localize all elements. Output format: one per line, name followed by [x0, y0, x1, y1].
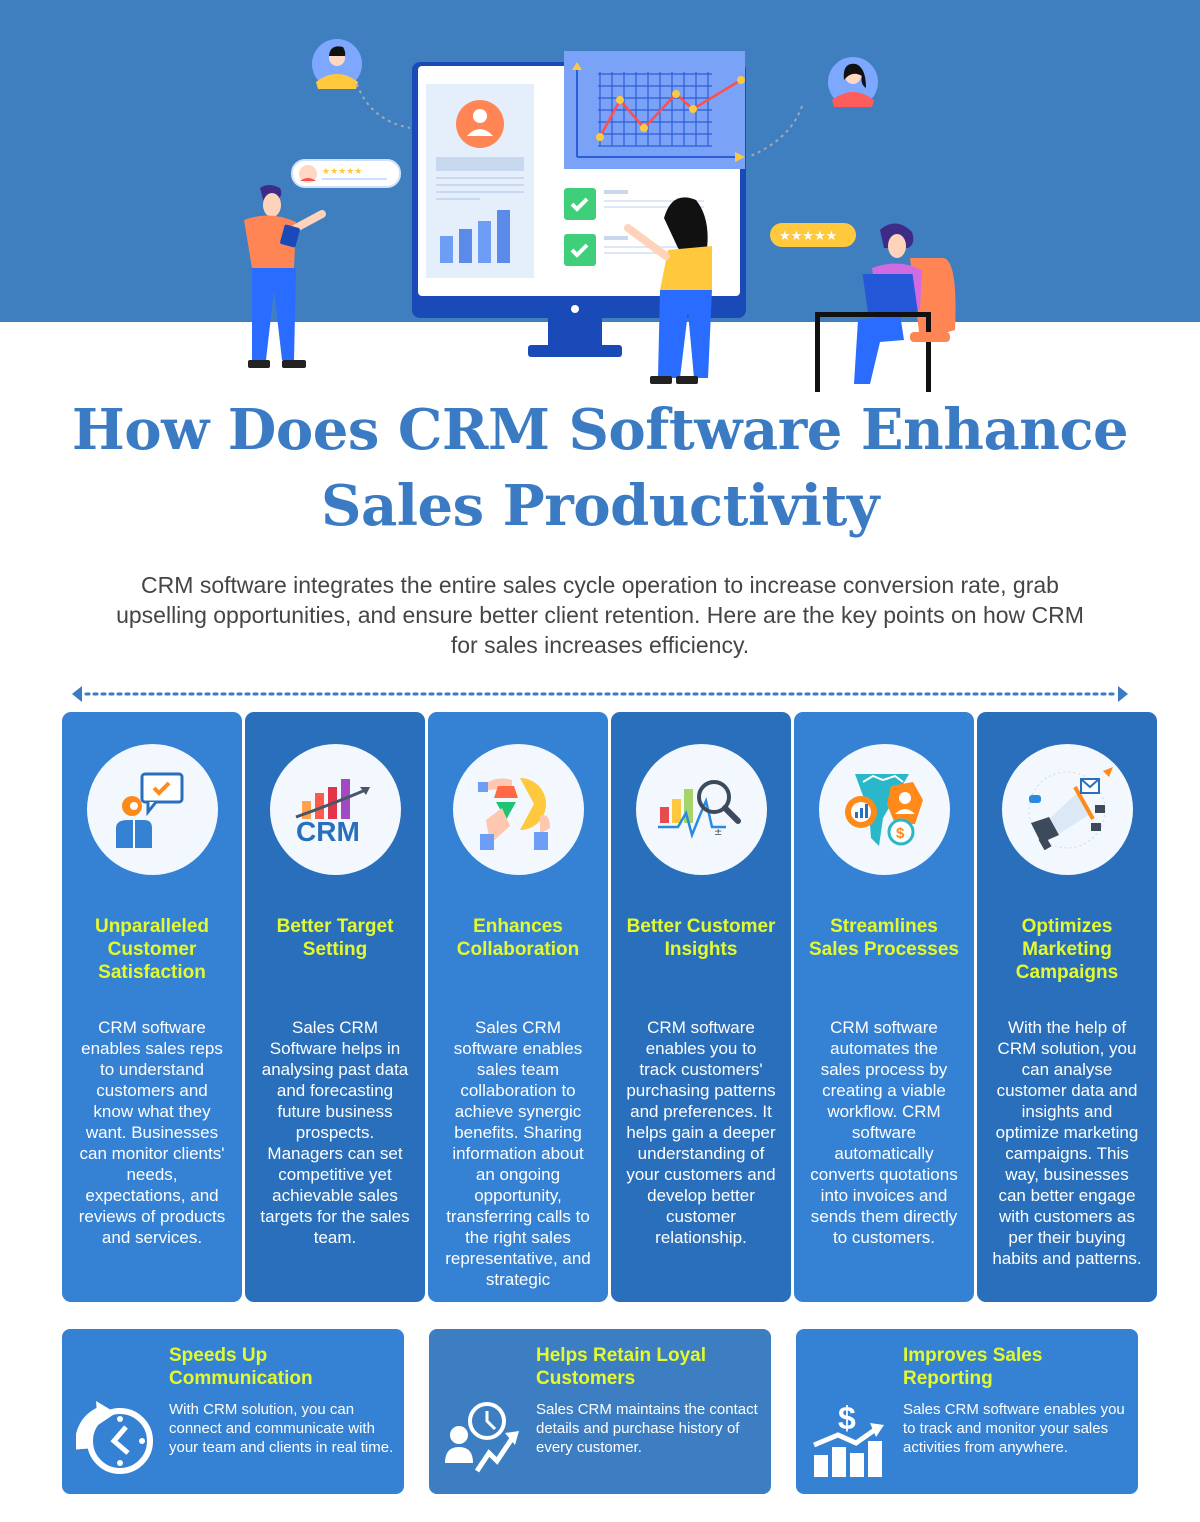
loyal-customer-growth-icon — [445, 1402, 519, 1473]
intro-paragraph: CRM software integrates the entire sales… — [116, 572, 1084, 658]
page-title: How Does CRM Software Enhance Sales Prod… — [0, 392, 1200, 544]
bottom-benefit-title: Helps Retain Loyal Customers — [536, 1345, 706, 1389]
avatar-woman-illustration — [828, 57, 878, 107]
bottom-benefit-card: $ Improves Sales Reporting Sales CRM sof… — [796, 1329, 1138, 1494]
bottom-benefit-description: With CRM solution, you can connect and c… — [169, 1401, 394, 1456]
svg-text:±: ± — [714, 827, 722, 838]
title-line-1: How Does CRM Software Enhance — [71, 397, 1129, 463]
marketing-megaphone-icon — [1028, 766, 1113, 850]
benefit-title: Enhances Collaboration — [456, 916, 580, 960]
bottom-benefit-cards: Speeds Up Communication With CRM solutio… — [62, 1329, 1138, 1494]
woman-with-laptop-illustration — [815, 223, 956, 392]
benefit-title: Better Customer Insights — [626, 916, 776, 960]
line-chart-illustration — [564, 51, 745, 169]
customer-satisfaction-icon — [116, 772, 184, 848]
man-with-tablet-illustration — [244, 185, 326, 368]
hero-illustration: ★★★★★ ★★★★★ — [244, 39, 956, 392]
bottom-benefit-card: Helps Retain Loyal Customers Sales CRM m… — [429, 1329, 771, 1494]
bottom-benefit-title: Improves Sales Reporting — [903, 1345, 1043, 1389]
dotted-arrow-divider — [72, 686, 1128, 702]
benefit-title: Streamlines Sales Processes — [808, 916, 959, 960]
benefit-title: Unparalleled Customer Satisfaction — [94, 916, 210, 983]
benefit-card: Optimizes Marketing Campaigns With the h… — [977, 712, 1157, 1302]
bottom-benefit-description: Sales CRM maintains the contact details … — [536, 1401, 758, 1456]
benefit-card: Unparalleled Customer Satisfaction CRM s… — [62, 712, 242, 1302]
review-bubble-illustration: ★★★★★ — [291, 159, 401, 188]
crm-growth-chart-icon: CRM — [295, 778, 370, 845]
benefit-title: Optimizes Marketing Campaigns — [1015, 916, 1119, 983]
benefit-description: Sales CRM Software helps in analysing pa… — [260, 1018, 410, 1247]
benefit-columns: Unparalleled Customer Satisfaction CRM s… — [62, 712, 1157, 1302]
bottom-benefit-card: Speeds Up Communication With CRM solutio… — [62, 1329, 404, 1494]
bottom-benefit-description: Sales CRM software enables you to track … — [903, 1401, 1125, 1456]
benefit-description: With the help of CRM solution, you can a… — [992, 1018, 1142, 1268]
svg-text:★★★★★: ★★★★★ — [322, 167, 362, 177]
collaboration-pie-icon — [478, 777, 550, 850]
benefit-card: Enhances Collaboration Sales CRM softwar… — [428, 712, 608, 1302]
benefit-description: CRM software enables you to track custom… — [626, 1018, 776, 1247]
clock-refresh-icon — [76, 1401, 153, 1474]
benefit-description: Sales CRM software enables sales team co… — [445, 1018, 591, 1289]
benefit-description: CRM software enables sales reps to under… — [78, 1018, 226, 1247]
title-line-2: Sales Productivity — [321, 473, 879, 539]
avatar-man-illustration — [312, 39, 362, 89]
insights-magnifier-icon: ± — [658, 779, 741, 839]
svg-text:$: $ — [838, 1400, 856, 1436]
bottom-benefit-title: Speeds Up Communication — [169, 1345, 313, 1389]
benefit-description: CRM software automates the sales process… — [810, 1018, 958, 1247]
benefit-card: CRM Better Target Setting Sales CRM Soft… — [245, 712, 425, 1302]
sales-process-funnel-icon: $ — [845, 773, 923, 846]
svg-text:$: $ — [896, 825, 905, 842]
rating-badge-illustration: ★★★★★ — [770, 223, 856, 247]
benefit-title: Better Target Setting — [276, 916, 394, 960]
svg-text:★★★★★: ★★★★★ — [779, 229, 837, 244]
benefit-card: $ Streamlines Sales Processes CRM softwa… — [794, 712, 974, 1302]
dollar-bar-chart-icon: $ — [813, 1400, 884, 1477]
benefit-card: ± Better Customer Insights CRM software … — [611, 712, 791, 1302]
svg-text:CRM: CRM — [296, 816, 360, 845]
